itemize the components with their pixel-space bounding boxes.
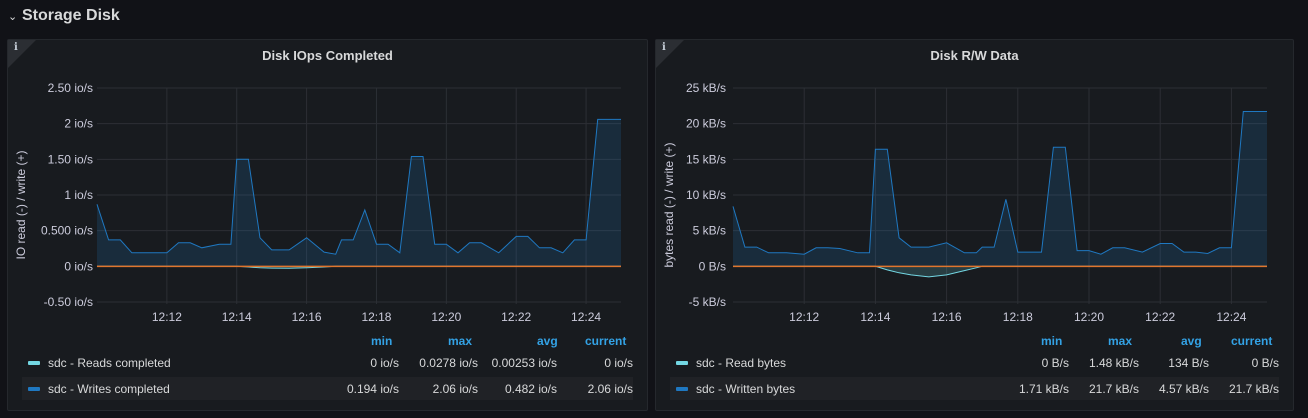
legend-header-current[interactable]: current [585,334,626,348]
legend-max: 2.06 io/s [432,382,478,396]
legend-swatch[interactable] [28,361,40,365]
legend-avg: 0.00253 io/s [491,356,557,370]
y-tick-label: 0 io/s [64,259,93,273]
x-tick-label: 12:12 [789,310,819,324]
y-axis-label: IO read (-) / write (+) [14,150,28,259]
legend-avg: 0.482 io/s [504,382,557,396]
legend-current: 21.7 kB/s [1228,382,1279,396]
series-area [97,119,621,267]
y-tick-label: 1 io/s [64,188,93,202]
legend-header-avg[interactable]: avg [1181,334,1202,348]
row-header-storage-disk[interactable]: ⌄ Storage Disk [8,5,120,27]
legend-row-read-bytes[interactable]: sdc - Read bytes 0 B/s 1.48 kB/s 134 B/s… [670,351,1279,374]
legend-swatch[interactable] [28,387,40,391]
legend-avg: 134 B/s [1168,356,1209,370]
legend-max: 1.48 kB/s [1088,356,1139,370]
legend-row-reads[interactable]: sdc - Reads completed 0 io/s 0.0278 io/s… [22,351,633,374]
y-tick-label: 2.50 io/s [48,81,93,95]
y-tick-label: -5 kB/s [689,295,726,309]
legend-row-writes[interactable]: sdc - Writes completed 0.194 io/s 2.06 i… [22,377,633,400]
x-tick-label: 12:22 [501,310,531,324]
x-tick-label: 12:16 [932,310,962,324]
x-tick-label: 12:22 [1145,310,1175,324]
y-tick-label: 0.500 io/s [41,224,93,238]
legend-min: 0 io/s [370,356,399,370]
x-tick-label: 12:18 [361,310,391,324]
y-tick-label: 20 kB/s [686,117,726,131]
legend-series-name[interactable]: sdc - Reads completed [48,356,171,370]
y-axis-label: bytes read (-) / write (+) [662,142,676,267]
panel-disk-rw-data: i Disk R/W Data 25 kB/s 20 kB/s 15 kB/s 10 … [655,39,1294,411]
chart-disk-iops[interactable]: 2.50 io/s 2 io/s 1.50 io/s 1 io/s 0.500 io/s… [8,40,649,330]
legend-min: 0.194 io/s [346,382,399,396]
x-tick-label: 12:12 [152,310,182,324]
legend-min: 0 B/s [1041,356,1069,370]
legend-max: 0.0278 io/s [419,356,478,370]
x-tick-label: 12:24 [1216,310,1246,324]
row-title: Storage Disk [22,7,120,24]
legend-header-max[interactable]: max [1108,334,1132,348]
y-tick-label: -0.50 io/s [44,295,93,309]
y-tick-label: 0 B/s [699,259,726,273]
chart-disk-rw-data[interactable]: 25 kB/s 20 kB/s 15 kB/s 10 kB/s 5 kB/s 0 B/s -… [656,40,1295,330]
panel-disk-iops: i Disk IOps Completed 2.50 io/s 2 io/s 1.5… [7,39,648,411]
legend-swatch[interactable] [676,387,688,391]
legend-series-name[interactable]: sdc - Writes completed [48,382,170,396]
x-tick-label: 12:20 [431,310,461,324]
y-tick-label: 15 kB/s [686,152,726,166]
legend-header-max[interactable]: max [448,334,472,348]
legend-header-avg[interactable]: avg [537,334,558,348]
x-tick-label: 12:18 [1003,310,1033,324]
legend-avg: 4.57 kB/s [1158,382,1209,396]
legend-header-current[interactable]: current [1231,334,1272,348]
series-area [733,111,1267,267]
legend-swatch[interactable] [676,361,688,365]
y-tick-label: 10 kB/s [686,188,726,202]
legend-row-written-bytes[interactable]: sdc - Written bytes 1.71 kB/s 21.7 kB/s … [670,377,1279,400]
legend-min: 1.71 kB/s [1018,382,1069,396]
legend-series-name[interactable]: sdc - Read bytes [696,356,786,370]
y-tick-label: 1.50 io/s [48,152,93,166]
x-tick-label: 12:16 [292,310,322,324]
y-tick-label: 25 kB/s [686,81,726,95]
legend-header-min[interactable]: min [371,334,392,348]
x-tick-label: 12:14 [222,310,252,324]
x-tick-label: 12:14 [860,310,890,324]
legend-header-min[interactable]: min [1041,334,1062,348]
legend-current: 0 io/s [604,356,633,370]
legend-current: 2.06 io/s [587,382,633,396]
series-line [733,265,1267,278]
y-tick-label: 2 io/s [64,117,93,131]
series-area [733,266,1267,277]
legend-max: 21.7 kB/s [1088,382,1139,396]
x-tick-label: 12:20 [1074,310,1104,324]
y-tick-label: 5 kB/s [693,224,726,238]
chevron-down-icon: ⌄ [8,10,18,23]
legend-current: 0 B/s [1251,356,1279,370]
legend-series-name[interactable]: sdc - Written bytes [696,382,795,396]
x-tick-label: 12:24 [571,310,601,324]
